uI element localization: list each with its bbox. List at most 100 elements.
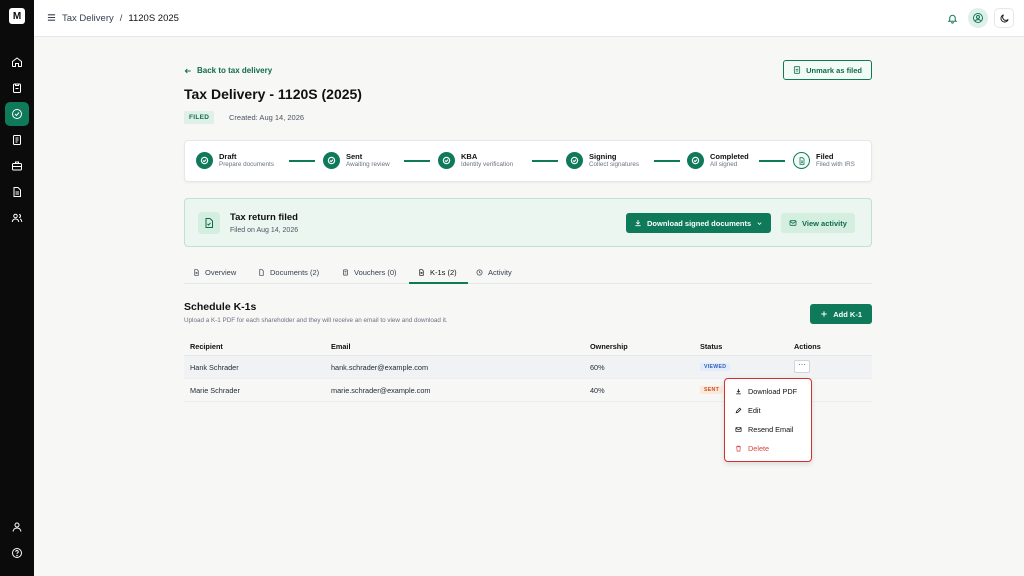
tab-activity[interactable]: Activity (476, 268, 512, 277)
bell-icon[interactable] (942, 8, 962, 28)
menu-item-resend-email[interactable]: Resend Email (735, 425, 793, 434)
menu-item-download-pdf[interactable]: Download PDF (735, 387, 797, 396)
step-sub: Awaiting review (346, 161, 390, 168)
receipt-icon (343, 269, 348, 276)
file-icon (793, 152, 810, 169)
column-header: Ownership (590, 342, 628, 351)
menu-item-delete[interactable]: Delete (735, 444, 769, 453)
row-actions-menu: Download PDF Edit Resend Email Delete (724, 378, 812, 462)
filed-status-card: Tax return filed Filed on Aug 14, 2026 D… (184, 198, 872, 247)
step-filed: Filed Filed with IRS (793, 152, 855, 169)
chevron-down-icon (757, 221, 762, 225)
ownership-cell: 60% (590, 363, 605, 372)
section-subtitle: Upload a K-1 PDF for each shareholder an… (184, 317, 448, 324)
step-label: KBA (461, 152, 478, 161)
sidebar: M (0, 0, 34, 576)
add-k1-button[interactable]: Add K-1 (810, 304, 872, 324)
menu-item-label: Download PDF (748, 387, 798, 396)
step-label: Sent (346, 152, 363, 161)
step-sub: Collect signatures (589, 161, 640, 168)
view-activity-label: View activity (802, 218, 847, 228)
step-completed: Completed All signed (687, 152, 749, 169)
step-sub: Identity verification (461, 161, 514, 168)
email-cell: marie.schrader@example.com (331, 386, 431, 395)
step-signing: Signing Collect signatures (566, 152, 639, 169)
step-sent: Sent Awaiting review (323, 152, 390, 169)
breadcrumb-parent[interactable]: Tax Delivery (62, 13, 114, 24)
column-header: Actions (794, 342, 821, 351)
download-signed-documents-button[interactable]: Download signed documents (626, 213, 772, 233)
help-icon[interactable] (5, 541, 29, 565)
tab-bar: Overview Documents (2) Vouchers (0) K-1s… (184, 265, 872, 284)
tab-label: Documents (2) (270, 268, 320, 277)
app-logo[interactable]: M (9, 8, 25, 24)
page-title: Tax Delivery - 1120S (2025) (184, 86, 362, 102)
view-activity-button[interactable]: View activity (781, 213, 855, 233)
table-header: Recipient Email Ownership Status Actions (184, 336, 872, 356)
breadcrumb-current: 1120S 2025 (128, 13, 179, 24)
users-icon[interactable] (5, 206, 29, 230)
section-title: Schedule K-1s (184, 301, 257, 313)
check-icon (323, 152, 340, 169)
tab-label: K-1s (2) (430, 268, 457, 277)
trash-icon (736, 445, 741, 452)
status-badge: SENT (700, 386, 724, 394)
clipboard-icon[interactable] (5, 76, 29, 100)
step-draft: Draft Prepare documents (196, 152, 274, 169)
document-icon[interactable] (5, 128, 29, 152)
email-cell: hank.schrader@example.com (331, 363, 429, 372)
tab-documents[interactable]: Documents (2) (258, 268, 319, 277)
user-icon[interactable] (5, 515, 29, 539)
check-icon (687, 152, 704, 169)
check-icon (566, 152, 583, 169)
download-icon (635, 220, 641, 227)
top-bar: Tax Delivery / 1120S 2025 (34, 0, 1024, 37)
step-connector (404, 160, 430, 162)
breadcrumb-separator: / (119, 13, 123, 24)
tab-label: Activity (488, 268, 512, 277)
back-link-label: Back to tax delivery (197, 66, 273, 75)
tab-label: Vouchers (0) (354, 268, 397, 277)
column-header: Email (331, 342, 351, 351)
file-text-icon[interactable] (5, 180, 29, 204)
column-header: Recipient (190, 342, 223, 351)
theme-toggle-moon-icon[interactable] (994, 8, 1014, 28)
step-label: Signing (589, 152, 617, 161)
file-check-icon (198, 212, 220, 234)
status-badge: FILED (184, 111, 215, 124)
pencil-icon (735, 407, 742, 414)
back-link[interactable]: Back to tax delivery (184, 66, 272, 75)
active-tab-indicator (409, 282, 468, 284)
recipient-cell: Marie Schrader (190, 386, 240, 395)
step-label: Filed (816, 152, 834, 161)
tab-vouchers[interactable]: Vouchers (0) (342, 268, 397, 277)
filed-card-subtitle: Filed on Aug 14, 2026 (230, 227, 299, 234)
unmark-label: Unmark as filed (806, 65, 862, 75)
document-icon (419, 269, 424, 276)
step-sub: Filed with IRS (816, 161, 855, 168)
tab-overview[interactable]: Overview (193, 268, 236, 277)
arrow-left-icon (184, 68, 191, 73)
table-row[interactable]: Hank Schrader hank.schrader@example.com … (184, 356, 872, 379)
unmark-as-filed-button[interactable]: Unmark as filed (783, 60, 872, 80)
check-circle-icon[interactable] (5, 102, 29, 126)
avatar[interactable] (968, 8, 988, 28)
download-icon (736, 388, 741, 395)
more-actions-button[interactable]: ··· (794, 360, 810, 373)
hamburger-menu-icon[interactable] (47, 13, 56, 22)
ownership-cell: 40% (590, 386, 605, 395)
home-icon[interactable] (5, 50, 29, 74)
step-connector (289, 160, 315, 162)
status-badge: VIEWED (700, 363, 731, 371)
briefcase-icon[interactable] (5, 154, 29, 178)
breadcrumb: Tax Delivery / 1120S 2025 (62, 13, 179, 24)
tab-k1s[interactable]: K-1s (2) (418, 268, 457, 277)
menu-item-edit[interactable]: Edit (735, 406, 761, 415)
download-button-label: Download signed documents (647, 218, 752, 228)
mail-icon (735, 427, 742, 432)
step-connector (532, 160, 558, 162)
recipient-cell: Hank Schrader (190, 363, 239, 372)
plus-icon (821, 311, 827, 317)
step-kba: KBA Identity verification (438, 152, 513, 169)
step-label: Completed (710, 152, 749, 161)
